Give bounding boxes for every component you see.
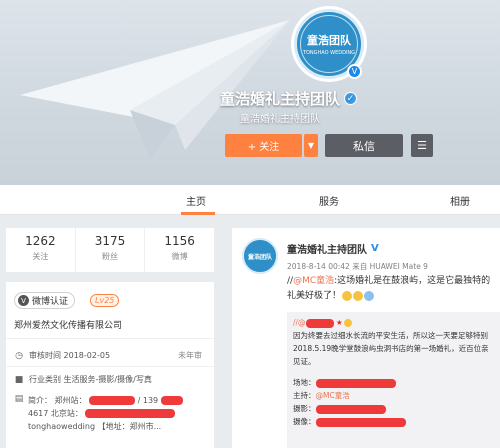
emoji-icon (364, 290, 375, 301)
industry-text: 行业类别 生活服务-摄影/摄像/写真 (29, 375, 152, 384)
stat-followers-count: 3175 (94, 234, 126, 248)
star-icon: ★ (335, 318, 343, 327)
video-line: 摄像： (293, 415, 500, 428)
emoji-icon (343, 319, 352, 327)
follow-options-button[interactable]: ▼ (304, 134, 318, 157)
stat-posts-count: 1156 (164, 234, 195, 248)
post-author[interactable]: 童浩婚礼主持团队 V (287, 241, 379, 256)
redacted-text (305, 318, 334, 328)
reposted-content[interactable]: //@ ★ 因为终要去过细水长流的平安生活，所以这一天要足够特别 2018.5.… (287, 312, 500, 448)
verified-icon: ✓ (344, 92, 358, 105)
active-tab-indicator (181, 212, 215, 215)
redacted-text (89, 396, 136, 405)
verified-icon: V (371, 243, 379, 254)
annual-review-status: 未年审 (178, 351, 202, 360)
verified-icon: V (18, 295, 29, 306)
verified-badge-icon: V (347, 64, 362, 79)
repost-author-line: //@ ★ (293, 316, 500, 329)
weibo-verification-badge[interactable]: V 微博认证 (14, 292, 76, 309)
tab-home[interactable]: 主页 (186, 193, 206, 208)
audit-time-row: ◷ 审核时间 2018-02-05 (14, 350, 110, 361)
stat-posts[interactable]: 1156 微博 (145, 228, 214, 272)
bio-address: tonghaowedding 【地址：郑州市... (28, 422, 162, 431)
profile-name-text: 童浩婚礼主持团队 (220, 90, 341, 108)
emoji-icon (353, 290, 364, 301)
profile-subtitle: 童浩婚礼主持团队 (240, 114, 320, 125)
post-text-line2: 礼美好极了！ (287, 291, 342, 301)
video-label: 摄像： (293, 417, 316, 426)
message-button[interactable]: 私信 (325, 134, 403, 157)
tab-album[interactable]: 相册 (450, 193, 470, 208)
briefcase-icon: ■ (14, 374, 24, 385)
stat-following[interactable]: 1262 关注 (6, 228, 76, 272)
verify-label: 微博认证 (32, 297, 69, 307)
company-name: 郑州爱然文化传播有限公司 (14, 321, 123, 331)
weibo-post-card: 童浩团队 童浩婚礼主持团队 V 2018-8-14 00:42 来自 HUAWE… (232, 228, 500, 448)
stat-following-count: 1262 (25, 234, 56, 248)
stat-following-label: 关注 (32, 252, 49, 261)
stat-followers-label: 粉丝 (102, 252, 118, 261)
bio-label: 简介： (28, 396, 52, 405)
chevron-down-icon: ▼ (307, 141, 315, 150)
divider (6, 366, 214, 367)
profile-tabs: 主页 服务 相册 (0, 185, 500, 215)
redacted-text (85, 409, 176, 418)
venue-label: 场地： (293, 378, 316, 387)
repost-line: 见证。 (293, 357, 316, 366)
document-icon: ▤ (14, 394, 24, 404)
bio-icon-row: ▤ (14, 394, 24, 404)
audit-time: 审核时间 2018-02-05 (29, 351, 111, 360)
bio-zhengzhou: 郑州站： (54, 396, 87, 405)
hamburger-icon: ☰ (417, 139, 427, 152)
bio-phone-part: / 139 (137, 396, 159, 405)
post-text: //@MC童浩:这场婚礼是在鼓浪屿，这是它最独特的 礼美好极了！ (287, 274, 500, 304)
user-level-badge[interactable]: Lv25 (90, 294, 120, 307)
more-menu-button[interactable]: ☰ (411, 134, 433, 157)
post-author-name: 童浩婚礼主持团队 (287, 245, 367, 256)
stat-posts-label: 微博 (171, 252, 188, 261)
host-label: 主持： (293, 391, 316, 400)
host-mention-link[interactable]: @MC童浩 (316, 391, 350, 400)
profile-cover: 童浩团队 TONGHAO WEDDING V 童浩婚礼主持团队 ✓ 童浩婚礼主持… (0, 0, 500, 185)
profile-stats: 1262 关注 3175 粉丝 1156 微博 (6, 228, 214, 272)
redacted-text (160, 396, 183, 405)
clock-icon: ◷ (15, 350, 23, 361)
tab-services[interactable]: 服务 (319, 193, 339, 208)
repost-line: 2018.5.19晚学堂鼓浪屿虫洞书店的第一场婚礼，近百位亲 (293, 344, 489, 353)
post-text-line1: :这场婚礼是在鼓浪屿，这是它最独特的 (334, 276, 491, 286)
post-meta: 2018-8-14 00:42 来自 HUAWEI Mate 9 (287, 262, 428, 271)
repost-line: 因为终要去过细水长流的平安生活，所以这一天要足够特别 (293, 331, 488, 340)
redacted-text (315, 417, 406, 427)
stat-followers[interactable]: 3175 粉丝 (76, 228, 146, 272)
industry-row: ■ 行业类别 生活服务-摄影/摄像/写真 (14, 374, 152, 385)
redacted-text (315, 404, 386, 414)
post-avatar[interactable]: 童浩团队 (242, 238, 278, 274)
venue-line: 场地： (293, 376, 500, 389)
emoji-icon (342, 290, 353, 301)
profile-info-card: V 微博认证 Lv25 郑州爱然文化传播有限公司 ◷ 审核时间 2018-02-… (6, 282, 214, 448)
bio-beijing: 4617 北京站： (28, 409, 83, 418)
photo-line: 摄影： (293, 402, 500, 415)
host-line: 主持：@MC童浩 (293, 389, 500, 402)
divider (6, 338, 214, 339)
photo-label: 摄影： (293, 404, 316, 413)
redacted-text (315, 378, 396, 388)
mention-link[interactable]: @MC童浩 (293, 276, 334, 286)
bio: 简介： 郑州站： / 139 4617 北京站： tonghaowedding … (28, 394, 214, 433)
follow-button[interactable]: + 关注 (225, 134, 302, 157)
profile-name: 童浩婚礼主持团队 ✓ (220, 88, 410, 109)
